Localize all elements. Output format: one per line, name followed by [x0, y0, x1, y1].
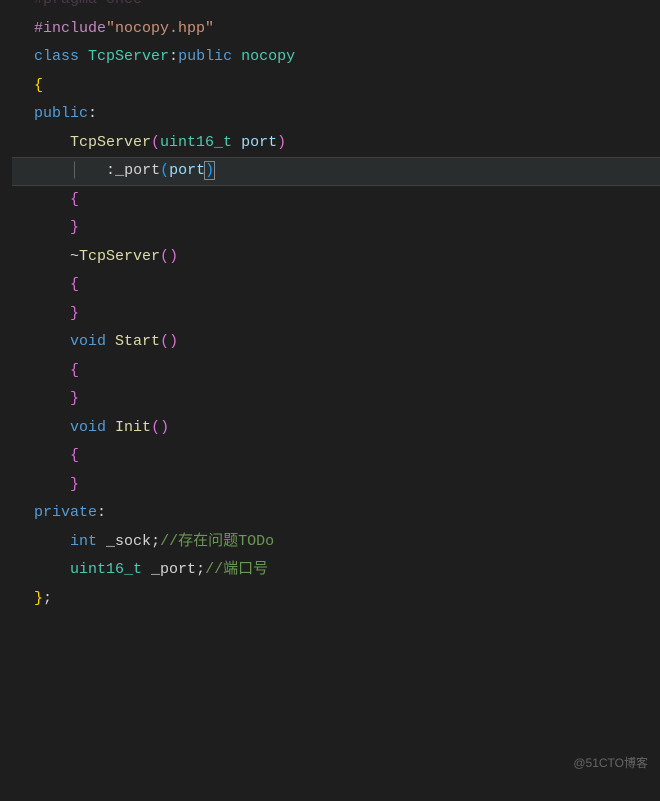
token: }: [70, 476, 79, 493]
token: {: [34, 77, 43, 94]
token: {: [70, 191, 79, 208]
token: }: [70, 305, 79, 322]
token: TcpServer: [88, 48, 169, 65]
token: [106, 419, 115, 436]
code-line[interactable]: };: [12, 585, 660, 614]
token: :: [97, 504, 106, 521]
token: ): [160, 419, 169, 436]
token: {: [70, 447, 79, 464]
token: ;: [151, 533, 160, 550]
token: #pragma once: [34, 0, 142, 8]
token: ;: [196, 561, 205, 578]
token: {: [70, 276, 79, 293]
token: private: [34, 504, 97, 521]
code-line[interactable]: private:: [12, 499, 660, 528]
token: port: [169, 162, 205, 179]
token: ): [169, 248, 178, 265]
code-line[interactable]: class TcpServer:public nocopy: [12, 43, 660, 72]
token: ;: [43, 590, 52, 607]
token: nocopy: [241, 48, 295, 65]
code-line[interactable]: │ :_port(port): [12, 157, 660, 186]
token: "nocopy.hpp": [106, 20, 214, 37]
code-line[interactable]: void Init(): [12, 414, 660, 443]
token: (: [151, 134, 160, 151]
code-line[interactable]: {: [12, 72, 660, 101]
code-line[interactable]: #pragma once: [12, 0, 660, 15]
token: :: [169, 48, 178, 65]
token: ): [169, 333, 178, 350]
token: int: [70, 533, 97, 550]
token: [232, 48, 241, 65]
code-line[interactable]: int _sock;//存在问题TODo: [12, 528, 660, 557]
token: _port: [151, 561, 196, 578]
token: (: [160, 333, 169, 350]
token: ): [277, 134, 286, 151]
code-line[interactable]: public:: [12, 100, 660, 129]
token: [142, 561, 151, 578]
token: _sock: [106, 533, 151, 550]
code-line[interactable]: {: [12, 357, 660, 386]
token: [106, 333, 115, 350]
code-line[interactable]: }: [12, 385, 660, 414]
token: }: [70, 390, 79, 407]
token: [97, 533, 106, 550]
token: class: [34, 48, 79, 65]
token: _port: [115, 162, 160, 179]
token: ): [204, 161, 215, 180]
token: (: [151, 419, 160, 436]
token: //存在问题TODo: [160, 533, 274, 550]
code-line[interactable]: }: [12, 214, 660, 243]
token: (: [160, 162, 169, 179]
token: TcpServer: [70, 134, 151, 151]
token: uint16_t: [160, 134, 232, 151]
code-line[interactable]: uint16_t _port;//端口号: [12, 556, 660, 585]
token: {: [70, 362, 79, 379]
watermark: @51CTO博客: [573, 749, 648, 778]
code-line[interactable]: ~TcpServer(): [12, 243, 660, 272]
token: uint16_t: [70, 561, 142, 578]
token: [232, 134, 241, 151]
token: ~: [70, 248, 79, 265]
code-line[interactable]: }: [12, 471, 660, 500]
token: port: [241, 134, 277, 151]
token: void: [70, 333, 106, 350]
token: Start: [115, 333, 160, 350]
code-line[interactable]: {: [12, 442, 660, 471]
code-line[interactable]: #include"nocopy.hpp": [12, 15, 660, 44]
token: public: [178, 48, 232, 65]
token: :: [106, 162, 115, 179]
code-editor[interactable]: #pragma once#include"nocopy.hpp"class Tc…: [0, 0, 660, 613]
token: void: [70, 419, 106, 436]
code-line[interactable]: TcpServer(uint16_t port): [12, 129, 660, 158]
token: public: [34, 105, 88, 122]
code-line[interactable]: {: [12, 186, 660, 215]
token: [79, 48, 88, 65]
token: }: [34, 590, 43, 607]
token: (: [160, 248, 169, 265]
token: :: [88, 105, 97, 122]
token: }: [70, 219, 79, 236]
token: TcpServer: [79, 248, 160, 265]
token: //端口号: [205, 561, 268, 578]
token: Init: [115, 419, 151, 436]
code-line[interactable]: }: [12, 300, 660, 329]
code-line[interactable]: void Start(): [12, 328, 660, 357]
token: #include: [34, 20, 106, 37]
code-line[interactable]: {: [12, 271, 660, 300]
